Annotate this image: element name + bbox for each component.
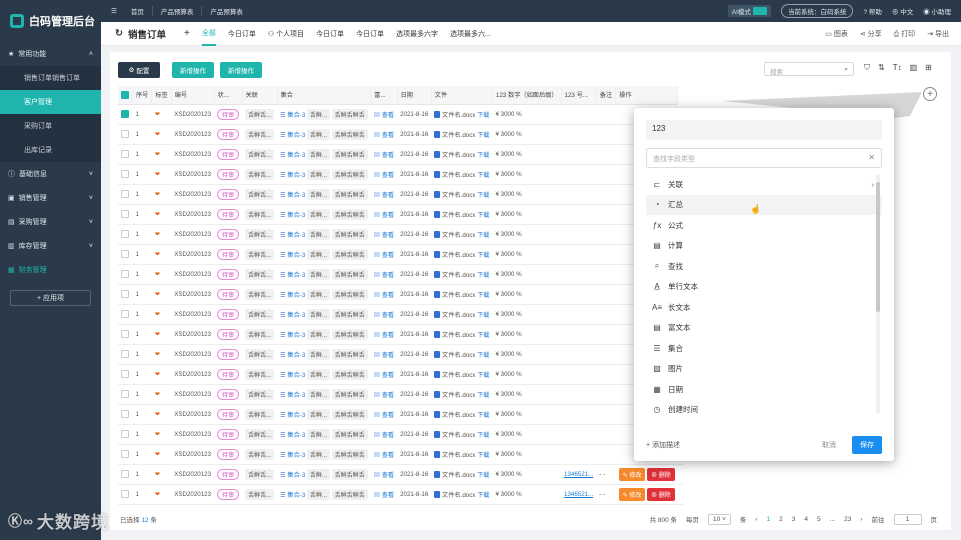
fx-icon: ƒx bbox=[652, 220, 662, 230]
field-type-label: 长文本 bbox=[668, 302, 691, 312]
pie-icon: ◔ bbox=[654, 200, 660, 210]
field-type-label: 集合 bbox=[668, 343, 683, 353]
field-type-label: 查找 bbox=[668, 261, 683, 271]
field-type-label: 公式 bbox=[668, 220, 683, 230]
field-type-calc[interactable]: ▤ 计算 bbox=[646, 236, 882, 257]
field-type-longtext[interactable]: A≡ 长文本 bbox=[646, 297, 882, 318]
add-column-button[interactable]: + bbox=[923, 87, 937, 101]
close-icon[interactable]: ✕ bbox=[868, 153, 875, 162]
watermark-logo-icon: Ⓚ∞ bbox=[8, 512, 34, 529]
field-type-calendar[interactable]: ▦ 日期 bbox=[646, 379, 882, 400]
save-button[interactable]: 保存 bbox=[852, 436, 882, 454]
field-type-fx[interactable]: ƒx 公式 bbox=[646, 215, 882, 236]
field-name-input[interactable]: 123 bbox=[646, 120, 882, 140]
longtext-icon: A≡ bbox=[652, 302, 663, 312]
field-type-image[interactable]: ▨ 图片 bbox=[646, 359, 882, 380]
scrollbar[interactable] bbox=[876, 174, 880, 414]
field-type-label: 汇总 bbox=[668, 200, 683, 210]
search-icon: ⌕ bbox=[654, 261, 660, 271]
field-type-text[interactable]: A̲ 单行文本 bbox=[646, 277, 882, 298]
field-type-search[interactable]: ⌕ 查找 bbox=[646, 256, 882, 277]
field-type-label: 单行文本 bbox=[668, 282, 698, 292]
field-type-search-placeholder: 查找字段类型 bbox=[653, 156, 695, 163]
field-type-popup: 123 查找字段类型 ✕ ⊏ 关联 › ◔ 汇总 ƒx 公式 ▤ 计算 ⌕ 查找 A̲ 单行文本 A≡ 长文本… bbox=[634, 108, 894, 461]
richtext-icon: ▤ bbox=[653, 323, 661, 333]
field-type-label: 富文本 bbox=[668, 323, 691, 333]
field-type-label: 图片 bbox=[668, 364, 683, 374]
field-type-label: 日期 bbox=[668, 384, 683, 394]
image-icon: ▨ bbox=[653, 364, 661, 374]
clock-icon: ◷ bbox=[653, 405, 661, 414]
add-description-button[interactable]: + 添加描述 bbox=[646, 440, 680, 450]
set-icon: ☰ bbox=[653, 343, 661, 353]
cancel-button[interactable]: 取消 bbox=[822, 440, 836, 450]
field-type-link[interactable]: ⊏ 关联 › bbox=[646, 174, 882, 195]
field-type-clock[interactable]: ◷ 创建时间 bbox=[646, 400, 882, 414]
field-type-set[interactable]: ☰ 集合 bbox=[646, 338, 882, 359]
chevron-right-icon: › bbox=[871, 179, 875, 189]
calc-icon: ▤ bbox=[653, 241, 661, 251]
watermark-text: 大数跨境 bbox=[36, 513, 109, 532]
watermark: Ⓚ∞ 大数跨境 bbox=[8, 508, 109, 533]
mouse-cursor-icon: ☝ bbox=[750, 204, 762, 214]
scrollbar-thumb[interactable] bbox=[876, 182, 880, 312]
field-type-label: 计算 bbox=[668, 241, 683, 251]
field-type-label: 关联 bbox=[668, 179, 683, 189]
field-type-pie[interactable]: ◔ 汇总 bbox=[646, 194, 882, 215]
field-type-search[interactable]: 查找字段类型 ✕ bbox=[646, 148, 882, 168]
link-icon: ⊏ bbox=[653, 179, 661, 189]
field-type-richtext[interactable]: ▤ 富文本 bbox=[646, 318, 882, 339]
field-type-label: 创建时间 bbox=[668, 405, 698, 414]
calendar-icon: ▦ bbox=[653, 384, 661, 394]
text-icon: A̲ bbox=[654, 282, 660, 292]
field-type-list: ⊏ 关联 › ◔ 汇总 ƒx 公式 ▤ 计算 ⌕ 查找 A̲ 单行文本 A≡ 长文本 ▤ 富文本 ☰ 集合 ▨ 图片 ▦ 日… bbox=[646, 174, 882, 414]
